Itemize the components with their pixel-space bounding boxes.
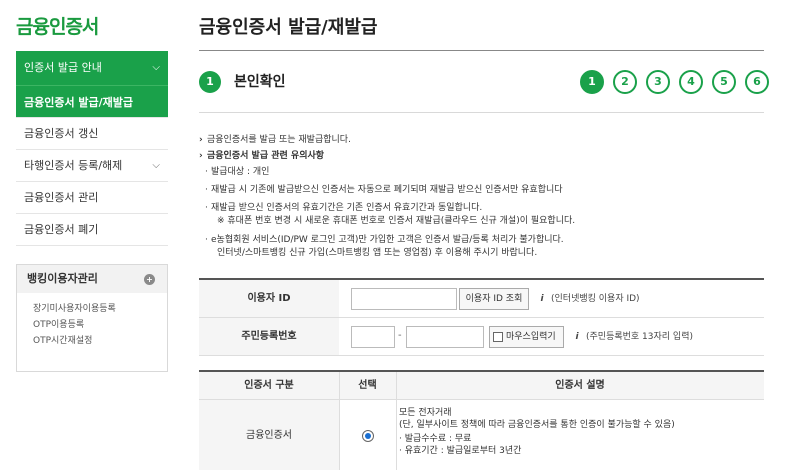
notice-item: e농협회원 서비스(ID/PW 로그인 고객)만 가입한 고객은 인증서 발급/… xyxy=(199,234,764,246)
chevron-down-icon: ⌵ xyxy=(152,62,160,73)
col-header-desc: 인증서 설명 xyxy=(555,380,605,391)
user-id-lookup-button[interactable]: 이용자 ID 조회 xyxy=(459,288,529,310)
cert-type: 금융인증서 xyxy=(199,400,339,470)
form-row-user-id: 이용자 ID 이용자 ID 조회 i (인터넷뱅킹 이용자 ID) xyxy=(199,280,764,318)
notice-item: 재발급 받으신 인증서의 유효기간은 기존 인증서 유효기간과 동일합니다. xyxy=(199,202,764,214)
cert-select-radio[interactable] xyxy=(362,430,374,442)
main-content: 금융인증서 발급/재발급 1 본인확인 1 2 3 4 5 6 금융인증서를 발… xyxy=(199,0,769,470)
notice-item: 재발급 시 기존에 발급받으신 인증서는 자동으로 폐기되며 재발급 받으신 인… xyxy=(199,184,764,196)
sidebar-item-cert-renew[interactable]: 금융인증서 갱신 xyxy=(16,118,168,150)
sidebar-item-label: 금융인증서 갱신 xyxy=(24,127,99,140)
notice-item: 발급대상 : 개인 xyxy=(199,166,764,178)
info-icon: i xyxy=(575,332,579,342)
banking-link-dormant[interactable]: 장기미사용자이용등록 xyxy=(33,301,167,317)
rrn-dash: - xyxy=(398,330,402,341)
form-row-rrn: 주민등록번호 - 마우스입력기 i (주민등록번호 13자리 입력) xyxy=(199,318,764,356)
divider xyxy=(339,372,340,470)
table-row: 금융인증서 모든 전자거래 (단, 일부사이트 정책에 따라 금융인증서를 통한… xyxy=(199,400,764,470)
banking-panel-title: 뱅킹이용자관리 xyxy=(27,272,98,285)
sidebar-title: 금융인증서 xyxy=(16,16,99,38)
cert-table-header: 인증서 구분 선택 인증서 설명 xyxy=(199,372,764,400)
step-5: 5 xyxy=(712,70,736,94)
banking-panel-header[interactable]: 뱅킹이용자관리 + xyxy=(17,265,167,293)
mouse-input-label: 마우스입력기 xyxy=(506,332,556,342)
cert-desc-line: · 발급수수료 : 무료 xyxy=(399,434,472,444)
banking-link-otp-time-reset[interactable]: OTP시간재설정 xyxy=(33,333,167,349)
plus-icon[interactable]: + xyxy=(144,274,155,285)
banking-links: 장기미사용자이용등록 OTP이용등록 OTP시간재설정 xyxy=(17,293,167,349)
step-2: 2 xyxy=(613,70,637,94)
user-id-label: 이용자 ID xyxy=(199,280,339,317)
divider xyxy=(199,50,764,51)
user-id-input[interactable] xyxy=(351,288,457,310)
col-header-select: 선택 xyxy=(358,380,377,391)
sidebar: 금융인증서 인증서 발급 안내 ⌵ 금융인증서 발급/재발급 금융인증서 갱신 … xyxy=(0,0,168,470)
sidebar-menu: 인증서 발급 안내 ⌵ 금융인증서 발급/재발급 금융인증서 갱신 타행인증서 … xyxy=(16,51,168,246)
step-4: 4 xyxy=(679,70,703,94)
checkbox[interactable] xyxy=(493,332,503,342)
rrn-label: 주민등록번호 xyxy=(199,318,339,355)
sidebar-item-label: 금융인증서 관리 xyxy=(24,191,99,204)
step-3: 3 xyxy=(646,70,670,94)
sidebar-item-cert-issue-guide[interactable]: 인증서 발급 안내 ⌵ xyxy=(16,51,168,85)
info-icon: i xyxy=(540,294,544,304)
user-id-info: i (인터넷뱅킹 이용자 ID) xyxy=(537,293,640,305)
col-header-type: 인증서 구분 xyxy=(244,380,294,391)
sidebar-item-other-bank-cert[interactable]: 타행인증서 등록/해제 ⌵ xyxy=(16,150,168,182)
current-step-badge: 1 xyxy=(199,71,221,93)
sidebar-item-cert-issue[interactable]: 금융인증서 발급/재발급 xyxy=(16,85,168,118)
sidebar-item-cert-manage[interactable]: 금융인증서 관리 xyxy=(16,182,168,214)
notice-heading: 금융인증서 발급 관련 유의사항 xyxy=(199,150,764,163)
cert-desc-line: (단, 일부사이트 정책에 따라 금융인증서를 통한 인증이 불가능할 수 있음… xyxy=(399,420,675,430)
divider xyxy=(396,372,397,470)
banking-link-otp-register[interactable]: OTP이용등록 xyxy=(33,317,167,333)
sidebar-item-label: 금융인증서 폐기 xyxy=(24,223,99,236)
sidebar-item-label: 타행인증서 등록/해제 xyxy=(24,159,123,172)
notice-section: 금융인증서를 발급 또는 재발급합니다. 금융인증서 발급 관련 유의사항 발급… xyxy=(199,134,764,259)
notice-note: 인터넷/스마트뱅킹 신규 가입(스마트뱅킹 앱 또는 영업점) 후 이용해 주시… xyxy=(217,248,538,258)
rrn-back-input[interactable] xyxy=(406,326,484,348)
cert-desc-line: 모든 전자거래 xyxy=(399,408,452,418)
identity-form: 이용자 ID 이용자 ID 조회 i (인터넷뱅킹 이용자 ID) 주민등록번호 … xyxy=(199,278,764,356)
chevron-down-icon: ⌵ xyxy=(152,160,160,171)
divider xyxy=(199,112,764,113)
user-id-info-text: (인터넷뱅킹 이용자 ID) xyxy=(551,294,640,304)
rrn-info-text: (주민등록번호 13자리 입력) xyxy=(586,332,693,342)
mouse-input-toggle[interactable]: 마우스입력기 xyxy=(489,326,564,348)
notice-line: 금융인증서를 발급 또는 재발급합니다. xyxy=(199,134,764,147)
sidebar-item-cert-revoke[interactable]: 금융인증서 폐기 xyxy=(16,214,168,246)
cert-table: 인증서 구분 선택 인증서 설명 금융인증서 모든 전자거래 (단, 일부사이트… xyxy=(199,370,764,470)
step-title: 본인확인 xyxy=(234,74,286,90)
step-6: 6 xyxy=(745,70,769,94)
sidebar-item-label: 인증서 발급 안내 xyxy=(24,61,102,74)
step-1: 1 xyxy=(580,70,604,94)
cert-description: 모든 전자거래 (단, 일부사이트 정책에 따라 금융인증서를 통한 인증이 불… xyxy=(399,407,675,457)
rrn-info: i (주민등록번호 13자리 입력) xyxy=(572,331,693,343)
rrn-front-input[interactable] xyxy=(351,326,395,348)
page-title: 금융인증서 발급/재발급 xyxy=(199,17,378,38)
step-indicator: 1 2 3 4 5 6 xyxy=(580,70,769,94)
sidebar-item-label: 금융인증서 발급/재발급 xyxy=(24,96,134,109)
banking-user-panel: 뱅킹이용자관리 + 장기미사용자이용등록 OTP이용등록 OTP시간재설정 xyxy=(16,264,168,372)
notice-note: ※ 휴대폰 번호 변경 시 새로운 휴대폰 번호로 인증서 재발급(클라우드 신… xyxy=(217,216,576,226)
cert-desc-line: · 유효기간 : 발급일로부터 3년간 xyxy=(399,446,522,456)
